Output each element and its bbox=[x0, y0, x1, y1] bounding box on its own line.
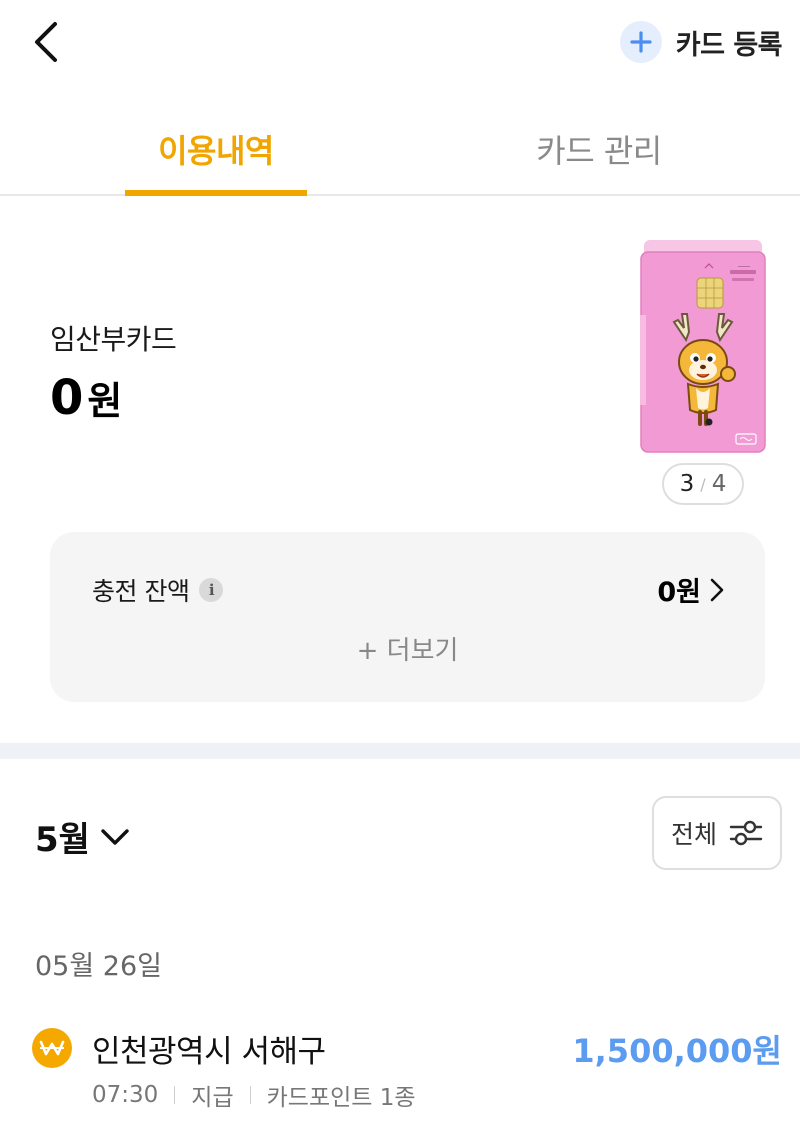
plus-icon bbox=[619, 21, 662, 63]
card-image[interactable]: ──── bbox=[640, 240, 766, 454]
card-name: 임산부카드 bbox=[50, 323, 177, 356]
card-amount-unit: 원 bbox=[87, 379, 123, 423]
month-selector[interactable]: 5월 bbox=[35, 812, 130, 861]
chevron-left-icon bbox=[35, 22, 57, 62]
card-illustration: ──── bbox=[640, 240, 766, 453]
svg-text:────: ──── bbox=[737, 264, 751, 270]
charge-balance-label-group: 충전 잔액 i bbox=[92, 572, 224, 608]
card-pager: 3 / 4 bbox=[662, 463, 744, 505]
back-button[interactable] bbox=[22, 18, 70, 66]
tab-bar: 이용내역 카드 관리 bbox=[0, 110, 800, 196]
tab-card-management-label: 카드 관리 bbox=[536, 132, 662, 170]
card-amount: 0 원 bbox=[50, 370, 122, 426]
card-amount-number: 0 bbox=[50, 370, 84, 426]
more-button[interactable]: + 더보기 bbox=[50, 630, 765, 667]
chevron-right-icon bbox=[710, 578, 724, 601]
filter-label: 전체 bbox=[670, 820, 717, 849]
pager-separator: / bbox=[700, 474, 706, 494]
charge-balance-panel: 충전 잔액 i 0원 + 더보기 bbox=[50, 532, 765, 702]
month-label: 5월 bbox=[35, 820, 90, 860]
pager-total: 4 bbox=[711, 471, 727, 497]
meta-divider bbox=[249, 1086, 251, 1104]
sliders-icon bbox=[729, 820, 763, 846]
transaction-category: 카드포인트 1종 bbox=[266, 1085, 416, 1111]
date-header: 05월 26일 bbox=[35, 951, 162, 982]
tab-usage-history[interactable]: 이용내역 bbox=[125, 110, 307, 196]
transaction-type: 지급 bbox=[191, 1085, 234, 1111]
register-card-label: 카드 등록 bbox=[675, 29, 783, 61]
transaction-row[interactable]: 인천광역시 서해구 1,500,000원 07:30 지급 카드포인트 1종 bbox=[32, 1022, 782, 1112]
transaction-meta: 07:30 지급 카드포인트 1종 bbox=[92, 1078, 416, 1112]
info-icon[interactable]: i bbox=[199, 578, 224, 602]
meta-divider bbox=[174, 1086, 176, 1104]
tab-card-management[interactable]: 카드 관리 bbox=[508, 110, 690, 194]
section-divider bbox=[0, 743, 800, 759]
pager-current: 3 bbox=[679, 471, 695, 497]
charge-balance-label: 충전 잔액 bbox=[92, 577, 190, 606]
charge-balance-amount: 0원 bbox=[657, 577, 701, 608]
filter-button[interactable]: 전체 bbox=[652, 796, 782, 870]
charge-balance-link[interactable]: 0원 bbox=[657, 570, 725, 609]
won-coin-icon bbox=[32, 1028, 72, 1068]
chevron-down-icon bbox=[101, 828, 129, 845]
tab-usage-history-label: 이용내역 bbox=[158, 132, 274, 170]
transaction-amount: 1,500,000원 bbox=[572, 1032, 782, 1070]
register-card-button[interactable]: 카드 등록 bbox=[619, 20, 783, 64]
transaction-title: 인천광역시 서해구 bbox=[92, 1034, 326, 1070]
transaction-time: 07:30 bbox=[92, 1082, 159, 1108]
